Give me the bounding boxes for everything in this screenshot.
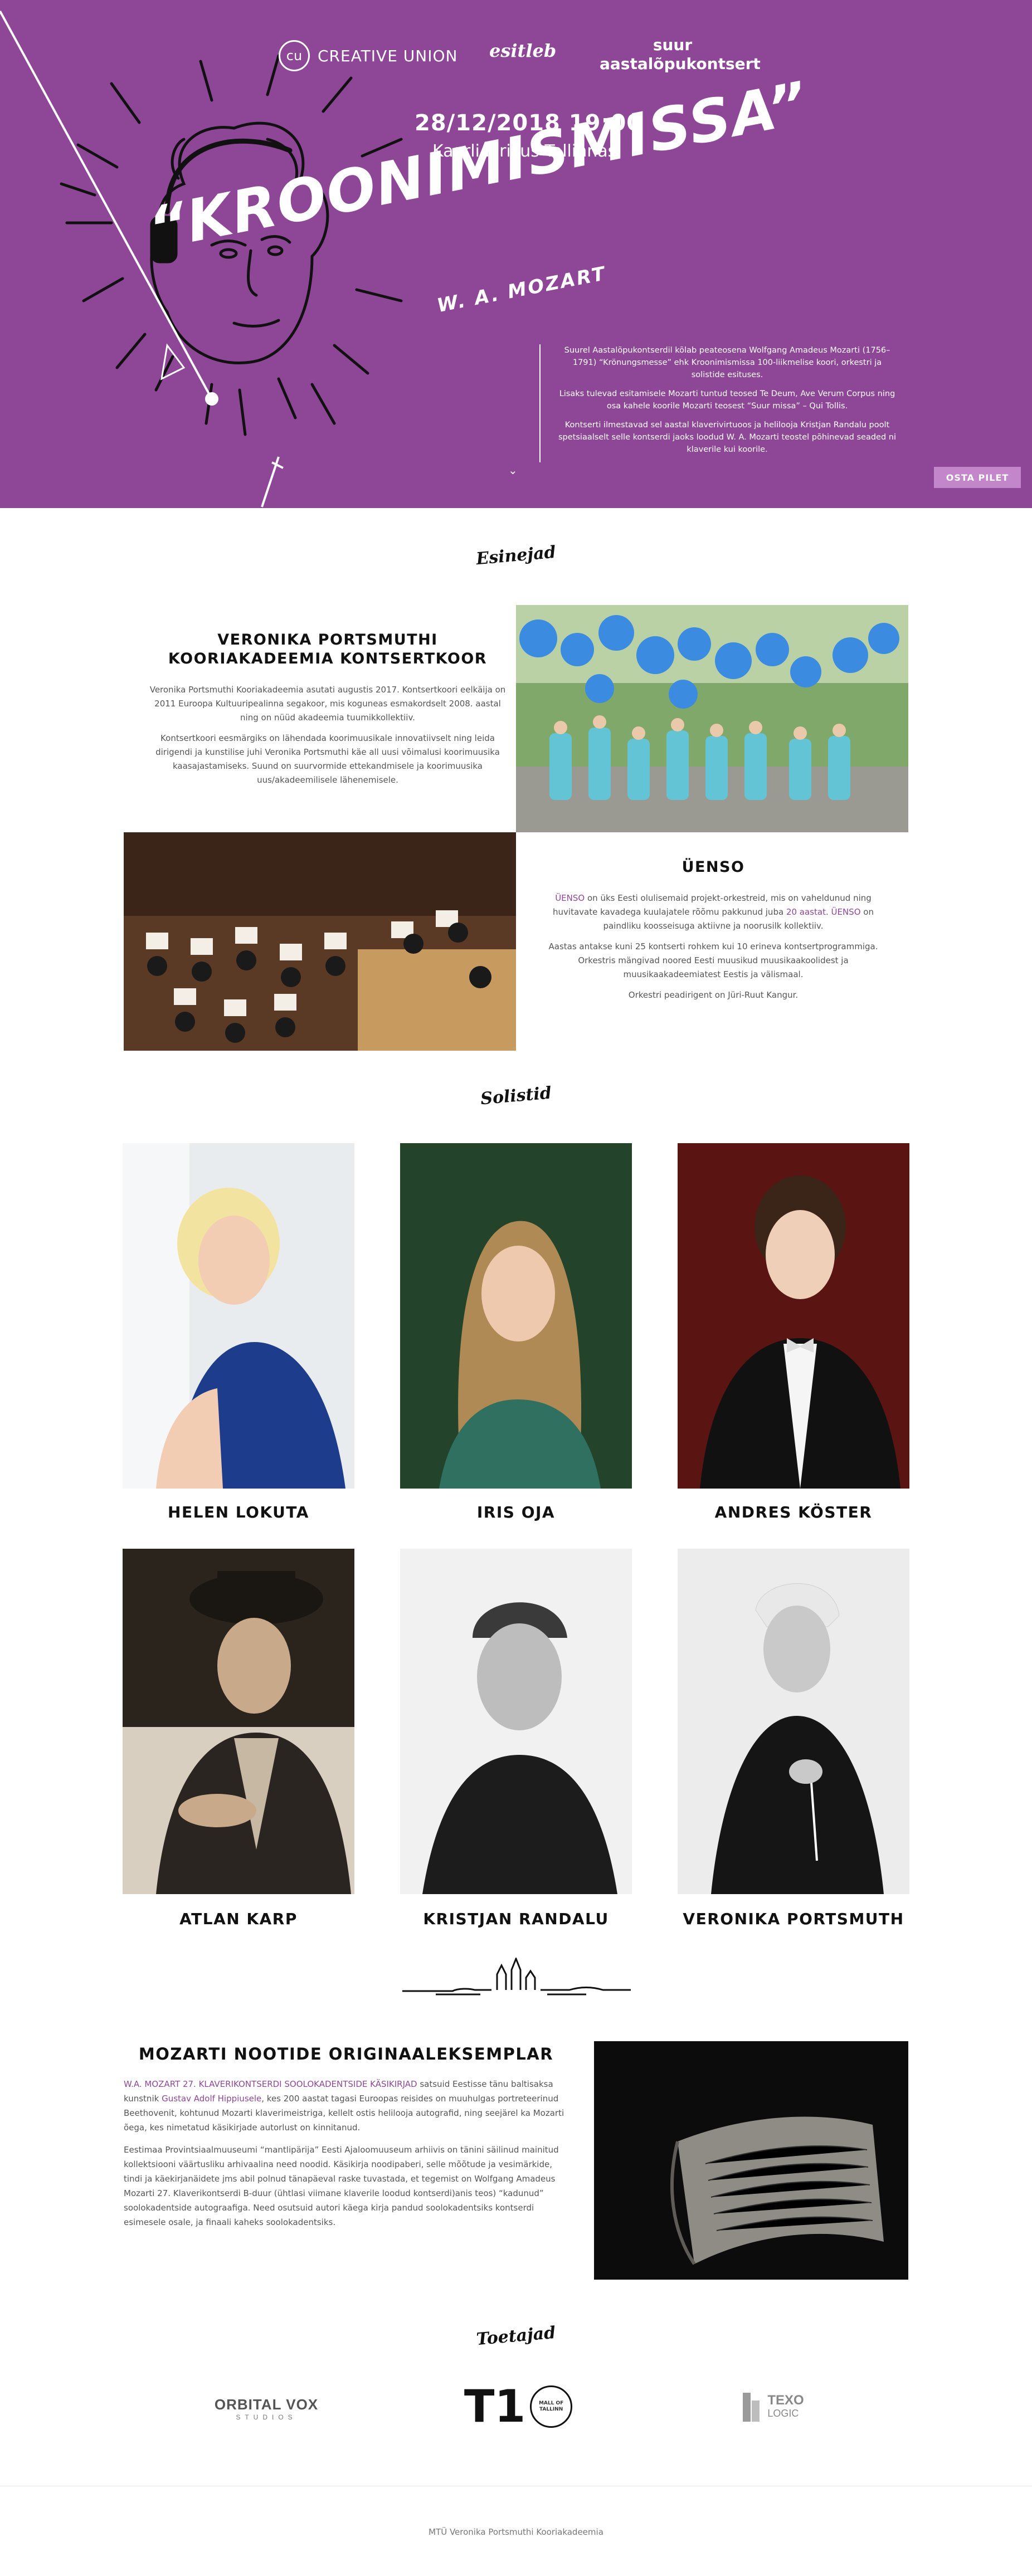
soloist-photo-kristjan-randalu[interactable]	[400, 1549, 632, 1894]
performers-heading: Esinejad	[475, 542, 557, 569]
manuscript-paragraph: Eestimaa Provintsiaalmuuseumi “mantlipär…	[124, 2145, 559, 2227]
soloist-photo-helen-lokuta[interactable]	[123, 1143, 354, 1489]
orchestra-photo	[124, 832, 516, 1051]
hero-section: cu CREATIVE UNION esitleb suur aastalõpu…	[0, 0, 1032, 508]
creative-union-logo[interactable]: cu CREATIVE UNION	[279, 40, 457, 71]
presents-label: esitleb	[489, 40, 557, 61]
sponsor-orbital-vox[interactable]: ORBITAL VOX STUDIOS	[211, 2389, 322, 2428]
orchestra-title: ÜENSO	[681, 858, 745, 876]
sponsor-name: ORBITAL VOX	[214, 2396, 319, 2413]
years-link[interactable]: 20 aastat	[786, 907, 826, 917]
manuscript-title: MOZARTI NOOTIDE ORIGINAALEKSEMPLAR	[138, 2045, 554, 2063]
sponsor-subname: STUDIOS	[236, 2413, 297, 2421]
sponsor-subname: MALL OF TALLINN	[530, 2385, 573, 2428]
manuscript-photo	[594, 2041, 908, 2280]
text-span: .	[825, 907, 831, 917]
uenso-link[interactable]: ÜENSO	[831, 907, 861, 917]
orchestra-paragraph: ÜENSO on üks Eesti olulisemaid projekt-o…	[541, 891, 886, 933]
manuscript-paragraph: W.A. MOZART 27. KLAVERIKONTSERDI SOOLOKA…	[124, 2077, 568, 2135]
sponsor-subname: LOGIC	[767, 2408, 799, 2419]
tallinn-skyline-icon	[402, 1958, 631, 1996]
manuscript-lead: W.A. MOZART 27. KLAVERIKONTSERDI SOOLOKA…	[124, 2079, 417, 2089]
uenso-link[interactable]: ÜENSO	[555, 893, 585, 903]
soloist-photo-atlan-karp[interactable]	[123, 1549, 354, 1894]
soloist-name: VERONIKA PORTSMUTH	[683, 1910, 904, 1928]
orchestra-description: ÜENSO ÜENSO on üks Eesti olulisemaid pro…	[541, 858, 886, 1009]
soloists-heading: Solistid	[479, 1083, 553, 1109]
texo-logo-icon	[743, 2393, 760, 2422]
concert-type: suur aastalõpukontsert	[600, 36, 761, 73]
orchestra-paragraph: Orkestri peadirigent on Jüri-Ruut Kangur…	[628, 990, 799, 1000]
soloist-name: ANDRES KÖSTER	[714, 1503, 873, 1521]
soloist-photo-iris-oja[interactable]	[400, 1143, 632, 1489]
buy-ticket-button[interactable]: OSTA PILET	[934, 467, 1021, 488]
soloist-name: HELEN LOKUTA	[168, 1503, 309, 1521]
soloist-name: KRISTJAN RANDALU	[423, 1910, 609, 1928]
manuscript-section: MOZARTI NOOTIDE ORIGINAALEKSEMPLAR W.A. …	[124, 2045, 568, 2237]
choir-paragraph: Kontsertkoori eesmärgiks on lähendada ko…	[155, 733, 500, 785]
soloist-photo-andres-koster[interactable]	[678, 1143, 909, 1489]
brand-name: CREATIVE UNION	[318, 46, 458, 65]
cu-logo-icon: cu	[279, 40, 310, 71]
hero-description-paragraph: Kontserti ilmestavad sel aastal klaveriv…	[558, 421, 896, 454]
footer-text: MTÜ Veronika Portsmuthi Kooriakadeemia	[429, 2527, 603, 2537]
chevron-down-icon[interactable]: ⌄	[508, 464, 518, 477]
soloist-photo-veronika-portsmuth[interactable]	[678, 1549, 909, 1894]
soloist-name: ATLAN KARP	[179, 1910, 298, 1928]
sponsors-heading: Toetajad	[475, 2323, 557, 2350]
hero-description-paragraph: Suurel Aastalõpukontserdil kõlab peateos…	[564, 346, 890, 379]
sponsor-name: T1	[464, 2380, 526, 2432]
soloist-name: IRIS OJA	[476, 1503, 556, 1521]
sponsor-name: TEXO	[767, 2393, 804, 2408]
orchestra-paragraph: Aastas antakse kuni 25 kontserti rohkem …	[548, 941, 878, 979]
hero-description: Suurel Aastalõpukontserdil kõlab peateos…	[539, 344, 899, 462]
sponsor-texo-logic[interactable]: TEXO LOGIC	[733, 2387, 811, 2426]
hippius-link[interactable]: Gustav Adolf Hippiusele	[162, 2094, 261, 2104]
choir-title: VERONIKA PORTSMUTHI KOORIAKADEEMIA KONTS…	[168, 631, 488, 667]
choir-description: VERONIKA PORTSMUTHI KOORIAKADEEMIA KONTS…	[146, 631, 509, 794]
choir-photo	[516, 605, 908, 832]
choir-paragraph: Veronika Portsmuthi Kooriakadeemia asuta…	[149, 685, 506, 723]
hero-description-paragraph: Lisaks tulevad esitamisele Mozarti tuntu…	[559, 389, 895, 411]
sponsor-t1-mall[interactable]: T1 MALL OF TALLINN	[457, 2379, 580, 2434]
